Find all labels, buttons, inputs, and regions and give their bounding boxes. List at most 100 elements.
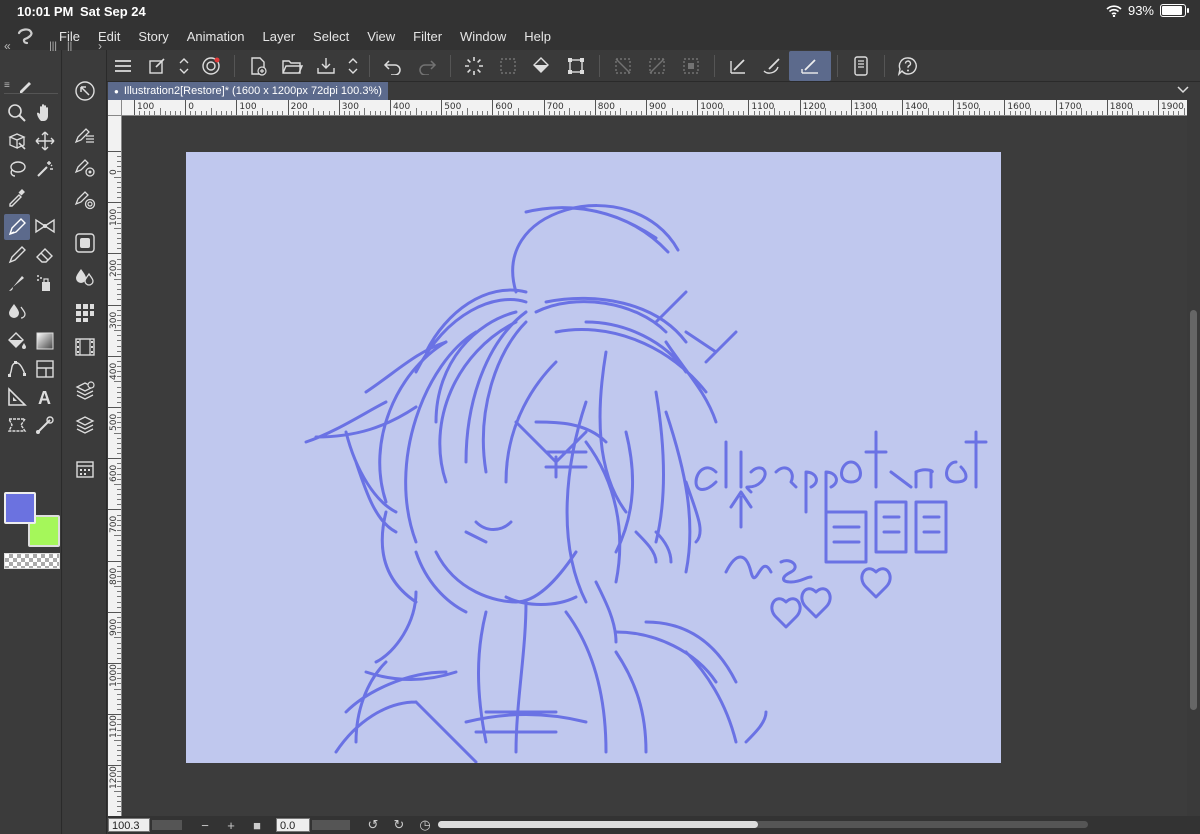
smartphone-connect-icon[interactable] [844,51,878,81]
eyedropper-icon[interactable] [4,184,30,210]
text-tool-icon[interactable]: A [32,384,58,410]
color-wheel-icon[interactable] [72,230,98,256]
horizontal-scrollbar[interactable] [438,821,1088,828]
menu-select[interactable]: Select [304,29,358,44]
menu-help[interactable]: Help [515,29,560,44]
balloon-tool-icon[interactable] [4,412,30,438]
ruler-minor-tick [512,111,514,115]
brush-tool-icon[interactable] [4,270,30,296]
drawing-canvas[interactable] [186,152,1001,763]
snap-to-ruler-icon[interactable] [721,51,755,81]
navigator-icon[interactable] [72,78,98,104]
reset-rotation-icon[interactable]: ◷ [412,817,438,833]
menu-layer[interactable]: Layer [254,29,305,44]
ruler-minor-tick [117,504,121,506]
hand-tool-icon[interactable] [32,100,58,126]
menu-view[interactable]: View [358,29,404,44]
ruler-label: 300 [109,311,119,329]
pencil-tool-icon[interactable] [4,242,30,268]
new-document-icon[interactable] [241,51,275,81]
airbrush-tool-icon[interactable] [32,270,58,296]
hamburger-menu-icon[interactable] [106,51,140,81]
invert-selection-icon[interactable] [640,51,674,81]
snap-to-grid-icon[interactable] [789,50,831,81]
fit-screen-icon[interactable]: ■ [244,818,270,833]
tool-panel-tab[interactable]: ≡ [4,78,58,94]
magic-wand-icon[interactable] [32,156,58,182]
brush-size-icon[interactable] [72,186,98,212]
selection-border-icon[interactable] [674,51,708,81]
panel-grip-icon[interactable]: || [67,41,72,52]
companion-icon[interactable] [194,51,228,81]
transform-icon[interactable] [559,51,593,81]
save-icon[interactable] [309,51,343,81]
transparent-color-swatch[interactable] [4,553,60,569]
menu-window[interactable]: Window [451,29,515,44]
zoom-slider[interactable] [152,820,182,830]
object-tool-icon[interactable] [4,128,30,154]
collapse-left-icon[interactable]: « [4,39,11,53]
pen-tool-icon[interactable] [4,214,30,240]
scroll-thumb[interactable] [1190,310,1197,710]
document-tab[interactable]: ● Illustration2[Restore]* (1600 x 1200px… [108,82,388,100]
chevron-down-icon[interactable] [1176,84,1190,96]
color-set-icon[interactable] [72,264,98,290]
rotation-slider[interactable] [312,820,350,830]
open-folder-icon[interactable] [275,51,309,81]
expand-right-icon[interactable]: › [98,39,102,53]
timeline-icon[interactable] [72,334,98,360]
ruler-minor-tick [117,703,121,705]
zoom-in-button[interactable]: + [218,818,244,833]
zoom-tool-icon[interactable] [4,100,30,126]
help-icon[interactable] [891,51,925,81]
frame-border-icon[interactable] [32,356,58,382]
layers-icon[interactable] [72,412,98,438]
calendar-icon[interactable] [72,456,98,482]
ruler-label: 0 [188,102,194,112]
fill-tool-icon[interactable] [4,328,30,354]
clear-icon[interactable] [491,51,525,81]
ruler-minor-tick [359,111,361,115]
ruler-minor-tick [313,108,315,115]
decoration-tool-icon[interactable] [32,214,58,240]
menu-animation[interactable]: Animation [178,29,254,44]
rotate-left-icon[interactable]: ↺ [360,817,386,833]
layer-property-icon[interactable] [72,378,98,404]
ruler-tool-icon[interactable] [4,384,30,410]
ruler-minor-tick [666,111,668,115]
deselect-icon[interactable] [606,51,640,81]
zoom-out-button[interactable]: − [192,818,218,833]
svg-text:A: A [38,388,51,407]
hscroll-thumb[interactable] [438,821,758,828]
updown-chevron-icon[interactable] [343,51,363,81]
gradient-tool-icon[interactable] [32,328,58,354]
ruler-minor-tick [180,111,182,115]
vertical-scrollbar[interactable] [1187,100,1200,818]
canvas-workspace[interactable] [123,117,1187,818]
updown-chevron-icon[interactable] [174,51,194,81]
snap-to-special-ruler-icon[interactable] [755,51,789,81]
loading-spinner-icon[interactable] [457,51,491,81]
ruler-label: 100 [137,102,155,112]
lasso-tool-icon[interactable] [4,156,30,182]
correct-line-icon[interactable] [32,412,58,438]
sub-tool-detail-icon[interactable] [72,122,98,148]
menu-filter[interactable]: Filter [404,29,451,44]
menu-story[interactable]: Story [129,29,177,44]
tool-property-icon[interactable] [72,154,98,180]
rotation-input[interactable]: 0.0 [276,818,310,832]
blend-tool-icon[interactable] [4,298,30,324]
zoom-input[interactable]: 100.3 [108,818,150,832]
redo-icon[interactable] [410,51,444,81]
rotate-right-icon[interactable]: ↻ [386,817,412,833]
figure-tool-icon[interactable] [4,356,30,382]
fill-bucket-icon[interactable] [525,51,559,81]
main-color-swatch[interactable] [4,492,36,524]
eraser-tool-icon[interactable] [32,242,58,268]
share-edit-icon[interactable] [140,51,174,81]
panel-grip-icon[interactable]: ||| [49,41,57,52]
ruler-minor-tick [117,309,121,311]
undo-icon[interactable] [376,51,410,81]
move-tool-icon[interactable] [32,128,58,154]
material-icon[interactable] [72,300,98,326]
